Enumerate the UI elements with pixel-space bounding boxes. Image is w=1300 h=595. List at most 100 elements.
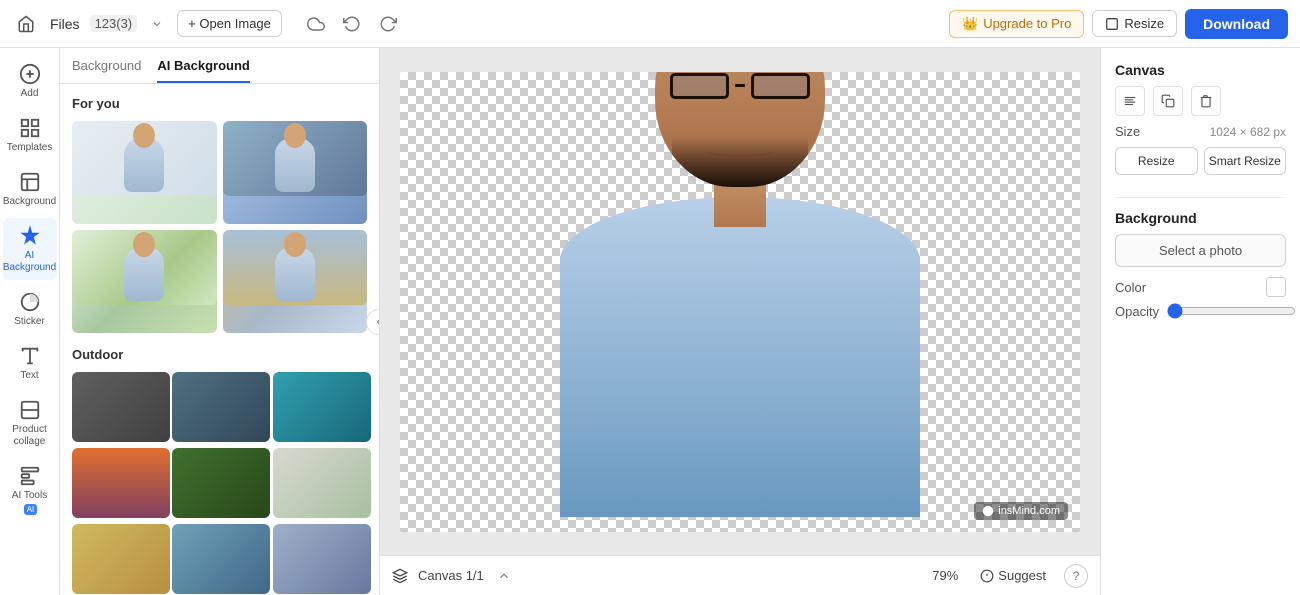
sidebar-item-templates[interactable]: Templates bbox=[3, 110, 57, 160]
download-label: Download bbox=[1203, 16, 1270, 32]
thumbnail-o8[interactable] bbox=[172, 524, 270, 594]
redo-icon[interactable] bbox=[374, 10, 402, 38]
ai-background-icon bbox=[18, 224, 42, 248]
align-icon[interactable] bbox=[1115, 86, 1145, 116]
background-icon bbox=[18, 170, 42, 194]
thumbnail-o4[interactable] bbox=[72, 448, 170, 518]
layers-button[interactable] bbox=[392, 568, 408, 584]
thumbnail-o9[interactable] bbox=[273, 524, 371, 594]
suggest-button[interactable]: Suggest bbox=[980, 568, 1046, 583]
rp-color-label: Color bbox=[1115, 280, 1146, 295]
sidebar-item-background[interactable]: Background bbox=[3, 164, 57, 214]
open-image-label: + Open Image bbox=[188, 16, 271, 31]
sidebar-item-text-label: Text bbox=[20, 370, 38, 382]
select-photo-button[interactable]: Select a photo bbox=[1115, 234, 1286, 267]
tab-ai-background[interactable]: AI Background bbox=[157, 58, 249, 83]
smart-resize-button[interactable]: Smart Resize bbox=[1204, 147, 1287, 175]
rp-background-title: Background bbox=[1115, 210, 1286, 226]
canvas-subject bbox=[500, 87, 980, 517]
panel-content: For you bbox=[60, 84, 379, 595]
canvas-container[interactable]: insMind.com bbox=[380, 48, 1100, 555]
files-chevron-icon[interactable] bbox=[147, 14, 167, 34]
for-you-grid bbox=[72, 121, 367, 333]
rp-color-row: Color bbox=[1115, 277, 1286, 297]
panel-tabs: Background AI Background bbox=[60, 48, 379, 84]
color-swatch[interactable] bbox=[1266, 277, 1286, 297]
rp-canvas-section: Canvas Size 1024 × 682 px Resize Smart R… bbox=[1115, 62, 1286, 183]
ai-tools-icon bbox=[18, 464, 42, 488]
thumbnail-o5[interactable] bbox=[172, 448, 270, 518]
canvas-inner: insMind.com bbox=[400, 72, 1080, 532]
delete-icon[interactable] bbox=[1191, 86, 1221, 116]
undo-icon[interactable] bbox=[338, 10, 366, 38]
topbar-center bbox=[302, 10, 402, 38]
download-button[interactable]: Download bbox=[1185, 9, 1288, 39]
sidebar-item-add[interactable]: Add bbox=[3, 56, 57, 106]
watermark-text: insMind.com bbox=[998, 505, 1060, 517]
files-label: Files bbox=[50, 16, 80, 32]
rp-background-section: Background Select a photo Color Opacity … bbox=[1115, 197, 1286, 319]
sticker-icon bbox=[18, 290, 42, 314]
canvas-label: Canvas 1/1 bbox=[418, 568, 484, 583]
resize-button[interactable]: Resize bbox=[1092, 10, 1177, 37]
thumbnail-o2[interactable] bbox=[172, 372, 270, 442]
sidebar-item-text[interactable]: Text bbox=[3, 338, 57, 388]
rp-canvas-title: Canvas bbox=[1115, 62, 1286, 78]
rp-resize-buttons: Resize Smart Resize bbox=[1115, 147, 1286, 175]
crown-icon: 👑 bbox=[962, 16, 978, 32]
canvas-area: insMind.com Canvas 1/1 79% Suggest ? bbox=[380, 48, 1100, 595]
tab-background[interactable]: Background bbox=[72, 58, 141, 83]
sidebar-item-add-label: Add bbox=[21, 88, 39, 100]
open-image-button[interactable]: + Open Image bbox=[177, 10, 282, 37]
rp-opacity-label: Opacity bbox=[1115, 304, 1159, 319]
canvas-expand-icon[interactable] bbox=[494, 566, 514, 586]
thumbnail-o3[interactable] bbox=[273, 372, 371, 442]
sidebar-item-ai-background[interactable]: AI Background bbox=[3, 218, 57, 280]
thumbnail-fy3[interactable] bbox=[72, 230, 217, 333]
sidebar-item-sticker[interactable]: Sticker bbox=[3, 284, 57, 334]
outdoor-grid bbox=[72, 372, 367, 595]
thumbnail-fy4[interactable] bbox=[223, 230, 368, 333]
topbar-right: 👑 Upgrade to Pro Resize Download bbox=[949, 9, 1288, 39]
copy-icon[interactable] bbox=[1153, 86, 1183, 116]
canvas-bottom-bar: Canvas 1/1 79% Suggest ? bbox=[380, 555, 1100, 595]
sidebar-item-sticker-label: Sticker bbox=[14, 316, 45, 328]
thumbnail-fy2[interactable] bbox=[223, 121, 368, 224]
rp-size-label: Size bbox=[1115, 124, 1140, 139]
resize-canvas-button[interactable]: Resize bbox=[1115, 147, 1198, 175]
text-icon bbox=[18, 344, 42, 368]
outdoor-label: Outdoor bbox=[72, 347, 367, 362]
thumbnail-o7[interactable] bbox=[72, 524, 170, 594]
help-button[interactable]: ? bbox=[1064, 564, 1088, 588]
thumbnail-o6[interactable] bbox=[273, 448, 371, 518]
for-you-label: For you bbox=[72, 96, 367, 111]
cloud-icon[interactable] bbox=[302, 10, 330, 38]
sidebar-item-ai-tools-label: AI Tools bbox=[12, 490, 47, 502]
rp-opacity-row: Opacity 0 bbox=[1115, 303, 1286, 319]
sidebar-item-templates-label: Templates bbox=[7, 142, 53, 154]
home-icon[interactable] bbox=[12, 10, 40, 38]
main-area: Add Templates Background AI Background S… bbox=[0, 48, 1300, 595]
sidebar-item-product-collage[interactable]: Product collage bbox=[3, 392, 57, 454]
upgrade-button[interactable]: 👑 Upgrade to Pro bbox=[949, 10, 1084, 38]
watermark: insMind.com bbox=[974, 502, 1068, 520]
zoom-label: 79% bbox=[932, 568, 958, 583]
sidebar-item-background-label: Background bbox=[3, 196, 56, 208]
file-badge: 123(3) bbox=[90, 15, 138, 32]
thumbnail-o1[interactable] bbox=[72, 372, 170, 442]
topbar-left: Files 123(3) + Open Image bbox=[12, 10, 282, 38]
right-panel: Canvas Size 1024 × 682 px Resize Smart R… bbox=[1100, 48, 1300, 595]
product-collage-icon bbox=[18, 398, 42, 422]
left-sidebar: Add Templates Background AI Background S… bbox=[0, 48, 60, 595]
upgrade-label: Upgrade to Pro bbox=[983, 16, 1071, 31]
thumbnail-fy1[interactable] bbox=[72, 121, 217, 224]
sidebar-item-ai-bg-label: AI Background bbox=[3, 250, 56, 274]
sidebar-item-ai-tools[interactable]: AI Tools AI bbox=[3, 458, 57, 521]
rp-size-value: 1024 × 682 px bbox=[1210, 125, 1286, 139]
add-icon bbox=[18, 62, 42, 86]
topbar: Files 123(3) + Open Image 👑 Upgrade to P… bbox=[0, 0, 1300, 48]
opacity-slider[interactable] bbox=[1167, 303, 1296, 319]
templates-icon bbox=[18, 116, 42, 140]
rp-size-row: Size 1024 × 682 px bbox=[1115, 124, 1286, 139]
rp-icons-row bbox=[1115, 86, 1286, 116]
